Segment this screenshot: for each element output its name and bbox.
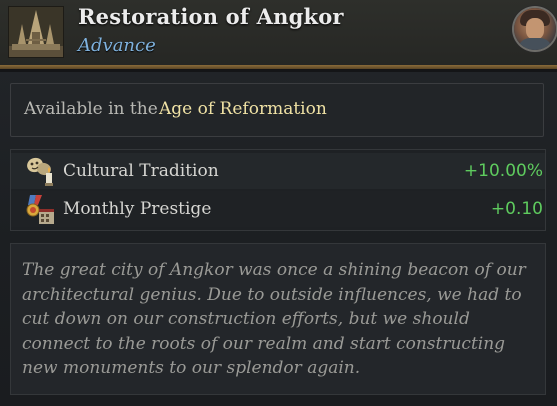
tooltip-title: Restoration of Angkor — [78, 4, 344, 29]
modifier-value: +0.10 — [490, 199, 543, 219]
modifier-label: Monthly Prestige — [63, 199, 212, 219]
modifier-list: Cultural Tradition +10.00% Monthly Prest… — [10, 149, 546, 231]
ruler-portrait-icon — [514, 8, 556, 50]
modifier-row: Cultural Tradition +10.00% — [11, 153, 545, 189]
header-shadow — [0, 69, 557, 72]
tooltip-header: Restoration of Angkor Advance — [0, 0, 557, 66]
availability-age-link[interactable]: Age of Reformation — [159, 99, 327, 119]
availability-box: Available in the Age of Reformation — [10, 83, 544, 137]
modifier-row: Monthly Prestige +0.10 — [11, 191, 545, 227]
tooltip-subtitle: Advance — [78, 35, 156, 56]
medal-building-icon — [26, 195, 54, 224]
tooltip-panel: Restoration of Angkor Advance Available … — [0, 0, 557, 406]
flavor-text: The great city of Angkor was once a shin… — [22, 260, 526, 378]
portrait-face — [526, 18, 544, 40]
portrait-robe — [518, 38, 552, 50]
temple-icon — [8, 6, 64, 58]
flavor-text-box: The great city of Angkor was once a shin… — [10, 243, 546, 395]
masks-candle-icon — [27, 157, 53, 186]
availability-prefix: Available in the — [24, 99, 158, 119]
modifier-label: Cultural Tradition — [63, 161, 219, 181]
modifier-value: +10.00% — [463, 161, 543, 181]
